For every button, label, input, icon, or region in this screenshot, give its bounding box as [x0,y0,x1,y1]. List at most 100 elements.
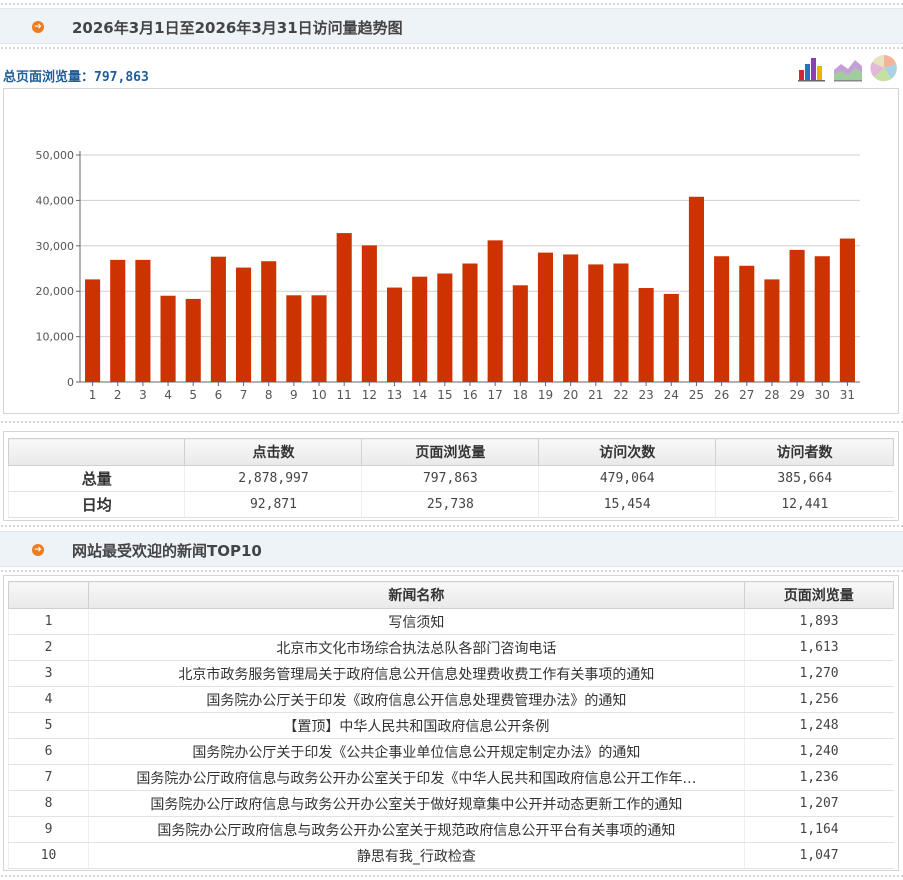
bar [386,287,403,382]
news-rank: 8 [7,790,89,817]
x-tick-label: 20 [563,388,578,402]
news-views: 1,207 [743,790,894,817]
x-tick-label: 22 [613,388,628,402]
news-rank: 2 [7,634,89,661]
news-views: 1,240 [743,738,894,765]
table-row: 10 静思有我_行政检查 1,047 [7,842,894,869]
total-value: 797,863 [94,70,149,85]
x-tick-label: 4 [164,388,172,402]
divider [0,46,903,50]
x-tick-label: 7 [240,388,248,402]
table-row: 9 国务院办公厅政府信息与政务公开办公室关于规范政府信息公开平台有关事项的通知 1,… [7,816,894,843]
x-tick-label: 6 [215,388,223,402]
news-title-link[interactable]: 国务院办公厅政府信息与政务公开办公室关于规范政府信息公开平台有关事项的通知 [88,816,745,843]
y-tick-label: 40,000 [36,194,75,207]
table-row: 5 【置顶】中华人民共和国政府信息公开条例 1,248 [7,712,894,739]
news-rank: 4 [7,686,89,713]
bar [739,265,755,382]
top10-section-header: ➔ 网站最受欢迎的新闻TOP10 [0,531,903,567]
x-tick-label: 1 [89,388,97,402]
x-tick-label: 25 [689,388,704,402]
trend-title: 2026年3月1日至2026年3月31日访问量趋势图 [72,19,403,37]
stats-header-clicks: 点击数 [184,438,363,466]
x-tick-label: 18 [513,388,528,402]
bar-chart: 010,00020,00030,00040,00050,0001 2 3 4 5 6 7 8 9… [36,149,860,402]
stats-cell: 2,878,997 [184,465,362,492]
table-row: 3 北京市政务服务管理局关于政府信息公开信息处理费收费工作有关事项的通知 1,270 [7,660,894,687]
news-views: 1,256 [743,686,894,713]
news-views: 1,047 [743,842,894,869]
news-views: 1,236 [743,764,894,791]
news-title-link[interactable]: 北京市文化市场综合执法总队各部门咨询电话 [88,634,745,661]
x-tick-label: 9 [290,388,298,402]
stats-cell: 385,664 [715,465,894,492]
news-views: 1,248 [743,712,894,739]
bar [261,261,277,382]
x-tick-label: 10 [311,388,326,402]
bottom-divider [0,874,903,878]
bar-chart-icon[interactable] [797,54,827,82]
bar [688,196,704,382]
divider [0,524,903,528]
x-tick-label: 17 [488,388,503,402]
arrow-bullet-icon: ➔ [32,21,44,33]
news-title-link[interactable]: 【置顶】中华人民共和国政府信息公开条例 [88,712,745,739]
x-tick-label: 24 [664,388,679,402]
stats-header-pageviews: 页面浏览量 [361,438,540,466]
bar [588,264,604,382]
total-pageviews: 总页面浏览量：797,863 [3,66,149,85]
trend-chart: 0 10,000 20,000 30,000 40,000 50,000 1 2 3 4 5 6 7 8 9… [3,88,899,414]
news-title-link[interactable]: 国务院办公厅关于印发《公共企事业单位信息公开规定制定办法》的通知 [88,738,745,765]
x-tick-label: 28 [764,388,779,402]
bar [85,279,101,382]
x-tick-label: 8 [265,388,273,402]
news-rank: 1 [7,608,89,635]
x-tick-label: 12 [362,388,377,402]
table-row: 6 国务院办公厅关于印发《公共企事业单位信息公开规定制定办法》的通知 1,240 [7,738,894,765]
chart-type-switcher [797,54,899,82]
x-tick-label: 2 [114,388,122,402]
news-views: 1,613 [743,634,894,661]
y-tick-label: 10,000 [36,331,75,344]
bar [613,263,629,382]
bar [210,256,226,382]
news-rank: 10 [7,842,89,869]
news-rank: 3 [7,660,89,687]
news-title-link[interactable]: 静思有我_行政检查 [88,842,745,869]
table-row: 4 国务院办公厅关于印发《政府信息公开信息处理费管理办法》的通知 1,256 [7,686,894,713]
news-title-link[interactable]: 国务院办公厅关于印发《政府信息公开信息处理费管理办法》的通知 [88,686,745,713]
y-tick-label: 0 [67,376,74,389]
stats-row-daily: 日均 92,871 25,738 15,454 12,441 [7,491,894,518]
bar [462,263,478,382]
news-rank: 7 [7,764,89,791]
top10-header-rank [7,581,90,609]
x-tick-label: 5 [189,388,197,402]
table-row: 2 北京市文化市场综合执法总队各部门咨询电话 1,613 [7,634,894,661]
bar [135,259,151,382]
area-chart-icon[interactable] [833,54,863,82]
pie-chart-icon[interactable] [869,54,899,82]
x-tick-label: 31 [840,388,855,402]
stats-row-label: 总量 [7,465,185,492]
bar [839,238,855,382]
news-rank: 5 [7,712,89,739]
y-tick-label: 30,000 [36,240,75,253]
news-title-link[interactable]: 国务院办公厅政府信息与政务公开办公室关于做好规章集中公开并动态更新工作的通知 [88,790,745,817]
bar [714,256,730,382]
news-title-link[interactable]: 国务院办公厅政府信息与政务公开办公室关于印发《中华人民共和国政府信息公开工作年… [88,764,745,791]
news-title-link[interactable]: 北京市政务服务管理局关于政府信息公开信息处理费收费工作有关事项的通知 [88,660,745,687]
stats-row-label: 日均 [7,491,185,518]
stats-header-visits: 访问次数 [538,438,717,466]
bar [361,245,377,382]
bar [412,276,428,382]
y-tick-label: 20,000 [36,285,75,298]
x-tick-label: 11 [337,388,352,402]
news-title-link[interactable]: 写信须知 [88,608,745,635]
trend-section-header: ➔ 2026年3月1日至2026年3月31日访问量趋势图 [0,8,903,44]
bar [437,273,453,382]
x-tick-label: 26 [714,388,729,402]
top10-header-row: 新闻名称 页面浏览量 [7,581,895,609]
arrow-bullet-icon: ➔ [32,544,44,556]
bar [311,295,327,382]
total-label: 总页面浏览量： [3,70,95,85]
